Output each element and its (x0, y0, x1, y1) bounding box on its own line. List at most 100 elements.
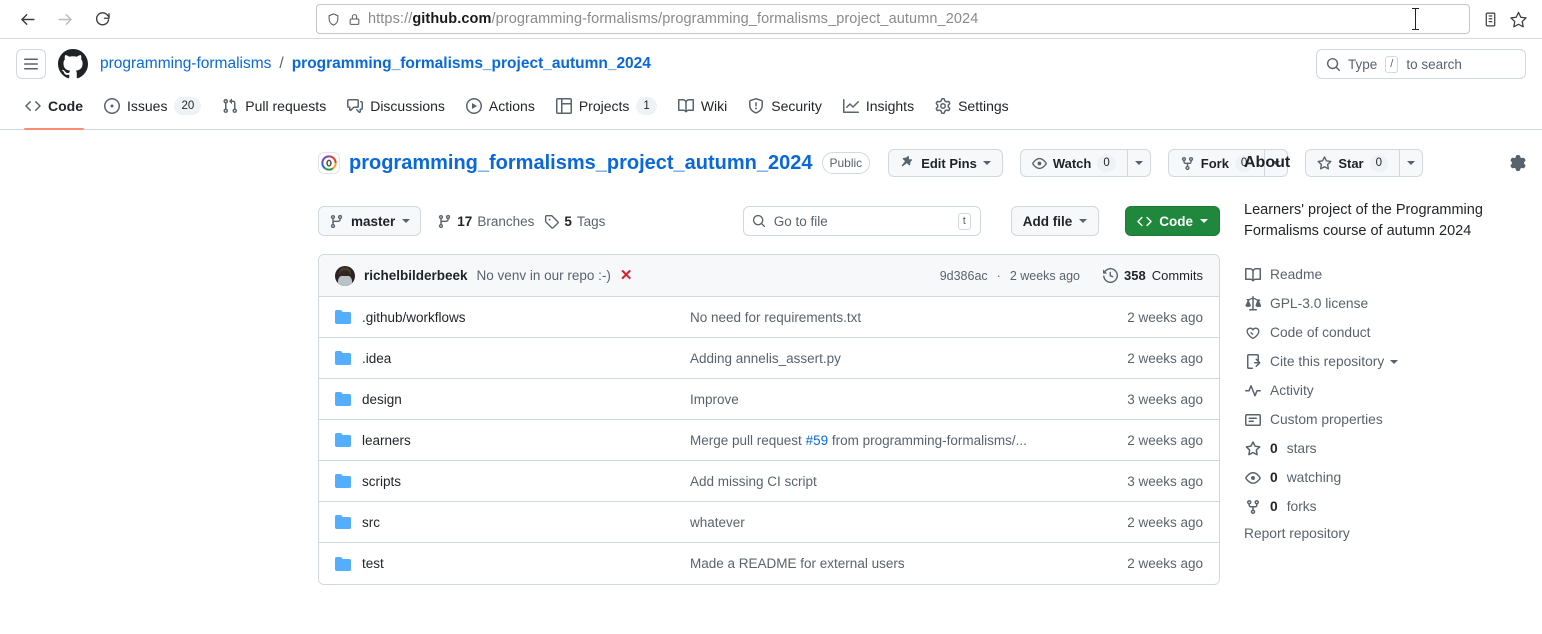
file-name[interactable]: learners (362, 433, 411, 448)
file-commit-message[interactable]: Merge pull request #59 from programming-… (690, 433, 1127, 448)
note-icon (1244, 412, 1261, 428)
tag-icon (544, 214, 559, 229)
visibility-badge: Public (822, 152, 871, 174)
license-label: GPL-3.0 license (1270, 296, 1368, 311)
forward-arrow-icon[interactable] (48, 2, 82, 36)
cite-repository-link[interactable]: Cite this repository (1244, 347, 1526, 376)
breadcrumb-owner[interactable]: programming-formalisms (100, 55, 271, 73)
repo-forked-icon (1244, 499, 1261, 515)
watch-dropdown-button[interactable] (1127, 149, 1151, 177)
repository-header: programming_formalisms_project_autumn_20… (318, 146, 1220, 180)
table-row[interactable]: design Improve 3 weeks ago (319, 379, 1219, 420)
file-commit-message[interactable]: No need for requirements.txt (690, 310, 1127, 325)
license-link[interactable]: GPL-3.0 license (1244, 289, 1526, 318)
file-name-cell: test (335, 556, 690, 572)
commit-sha[interactable]: 9d386ac (940, 269, 988, 283)
tab-wiki[interactable]: Wiki (669, 90, 736, 122)
watching-label: watching (1287, 470, 1341, 485)
tab-security[interactable]: Security (739, 90, 831, 122)
code-of-conduct-label: Code of conduct (1270, 325, 1370, 340)
file-name[interactable]: test (362, 556, 384, 571)
table-row[interactable]: test Made a README for external users 2 … (319, 543, 1219, 584)
file-commit-message[interactable]: Add missing CI script (690, 474, 1127, 489)
address-bar[interactable]: https://github.com/programming-formalism… (316, 4, 1470, 34)
tab-actions[interactable]: Actions (457, 90, 544, 122)
file-commit-message[interactable]: Adding annelis_assert.py (690, 351, 1127, 366)
search-icon (1326, 57, 1341, 72)
about-description: Learners' project of the Programming For… (1244, 200, 1526, 242)
watch-button[interactable]: Watch 0 (1020, 149, 1127, 177)
add-file-label: Add file (1023, 214, 1073, 229)
file-updated-time: 3 weeks ago (1127, 474, 1203, 489)
file-name[interactable]: design (362, 392, 402, 407)
readme-link[interactable]: Readme (1244, 260, 1526, 289)
table-row[interactable]: .idea Adding annelis_assert.py 2 weeks a… (319, 338, 1219, 379)
go-to-file-input[interactable]: Go to file t (743, 206, 981, 236)
github-mark-icon[interactable] (58, 49, 88, 79)
lock-icon[interactable] (348, 13, 361, 26)
latest-commit-bar: richelbilderbeek No venv in our repo :-)… (319, 255, 1219, 297)
tab-discussions[interactable]: Discussions (338, 90, 454, 122)
code-icon (25, 98, 41, 114)
search-placeholder-suffix: to search (1406, 57, 1462, 72)
file-updated-time: 2 weeks ago (1127, 433, 1203, 448)
custom-properties-link[interactable]: Custom properties (1244, 405, 1526, 434)
folder-icon (335, 556, 351, 572)
hamburger-menu-icon[interactable] (16, 49, 46, 79)
branches-link[interactable]: 17 Branches (437, 214, 534, 229)
search-input[interactable]: Type / to search (1316, 49, 1526, 79)
branch-selector-button[interactable]: master (318, 206, 421, 236)
code-icon (1137, 214, 1152, 229)
tab-code[interactable]: Code (16, 90, 92, 122)
git-pull-request-icon (222, 98, 238, 114)
file-name[interactable]: .github/workflows (362, 310, 466, 325)
ci-failed-x-icon[interactable]: ✕ (620, 268, 633, 283)
git-branch-icon (329, 214, 344, 229)
report-repository-link[interactable]: Report repository (1244, 526, 1526, 541)
gear-icon[interactable] (1510, 155, 1526, 171)
reload-icon[interactable] (86, 2, 120, 36)
tab-projects[interactable]: Projects 1 (547, 90, 666, 122)
watch-label: Watch (1053, 156, 1092, 171)
file-commit-message[interactable]: whatever (690, 515, 1127, 530)
back-arrow-icon[interactable] (10, 2, 44, 36)
forks-stat[interactable]: 0 forks (1244, 492, 1526, 521)
reader-view-icon[interactable] (1482, 11, 1499, 28)
commit-author[interactable]: richelbilderbeek (364, 268, 468, 283)
tab-issues[interactable]: Issues 20 (95, 90, 210, 122)
add-file-button[interactable]: Add file (1011, 206, 1100, 236)
page-title[interactable]: programming_formalisms_project_autumn_20… (349, 152, 813, 175)
activity-link[interactable]: Activity (1244, 376, 1526, 405)
commit-message[interactable]: No venv in our repo :-) (477, 268, 611, 283)
tab-settings[interactable]: Settings (926, 90, 1018, 122)
tags-count: 5 (564, 214, 572, 229)
tab-pull-requests[interactable]: Pull requests (213, 90, 335, 122)
table-row[interactable]: .github/workflows No need for requiremen… (319, 297, 1219, 338)
stars-stat[interactable]: 0 stars (1244, 434, 1526, 463)
file-name[interactable]: scripts (362, 474, 401, 489)
folder-icon (335, 309, 351, 325)
breadcrumb-repo[interactable]: programming_formalisms_project_autumn_20… (292, 55, 651, 73)
code-of-conduct-link[interactable]: Code of conduct (1244, 318, 1526, 347)
edit-pins-button[interactable]: Edit Pins (888, 149, 1003, 177)
author-avatar[interactable] (335, 266, 355, 286)
file-name[interactable]: .idea (362, 351, 391, 366)
tab-insights[interactable]: Insights (834, 90, 923, 122)
table-row[interactable]: src whatever 2 weeks ago (319, 502, 1219, 543)
tags-link[interactable]: 5 Tags (544, 214, 605, 229)
file-commit-message[interactable]: Improve (690, 392, 1127, 407)
commits-count-link[interactable]: 358 Commits (1103, 268, 1203, 283)
star-bookmark-icon[interactable] (1509, 10, 1528, 29)
watching-stat[interactable]: 0 watching (1244, 463, 1526, 492)
shield-icon[interactable] (326, 12, 341, 27)
file-commit-message[interactable]: Made a README for external users (690, 556, 1127, 571)
pull-request-link[interactable]: #59 (806, 433, 829, 448)
table-row[interactable]: scripts Add missing CI script 3 weeks ag… (319, 461, 1219, 502)
gear-icon (935, 98, 951, 114)
book-icon (678, 98, 694, 114)
file-name[interactable]: src (362, 515, 380, 530)
code-button[interactable]: Code (1125, 206, 1220, 236)
url-text: https://github.com/programming-formalism… (368, 11, 978, 27)
issues-count: 20 (174, 97, 201, 115)
table-row[interactable]: learners Merge pull request #59 from pro… (319, 420, 1219, 461)
